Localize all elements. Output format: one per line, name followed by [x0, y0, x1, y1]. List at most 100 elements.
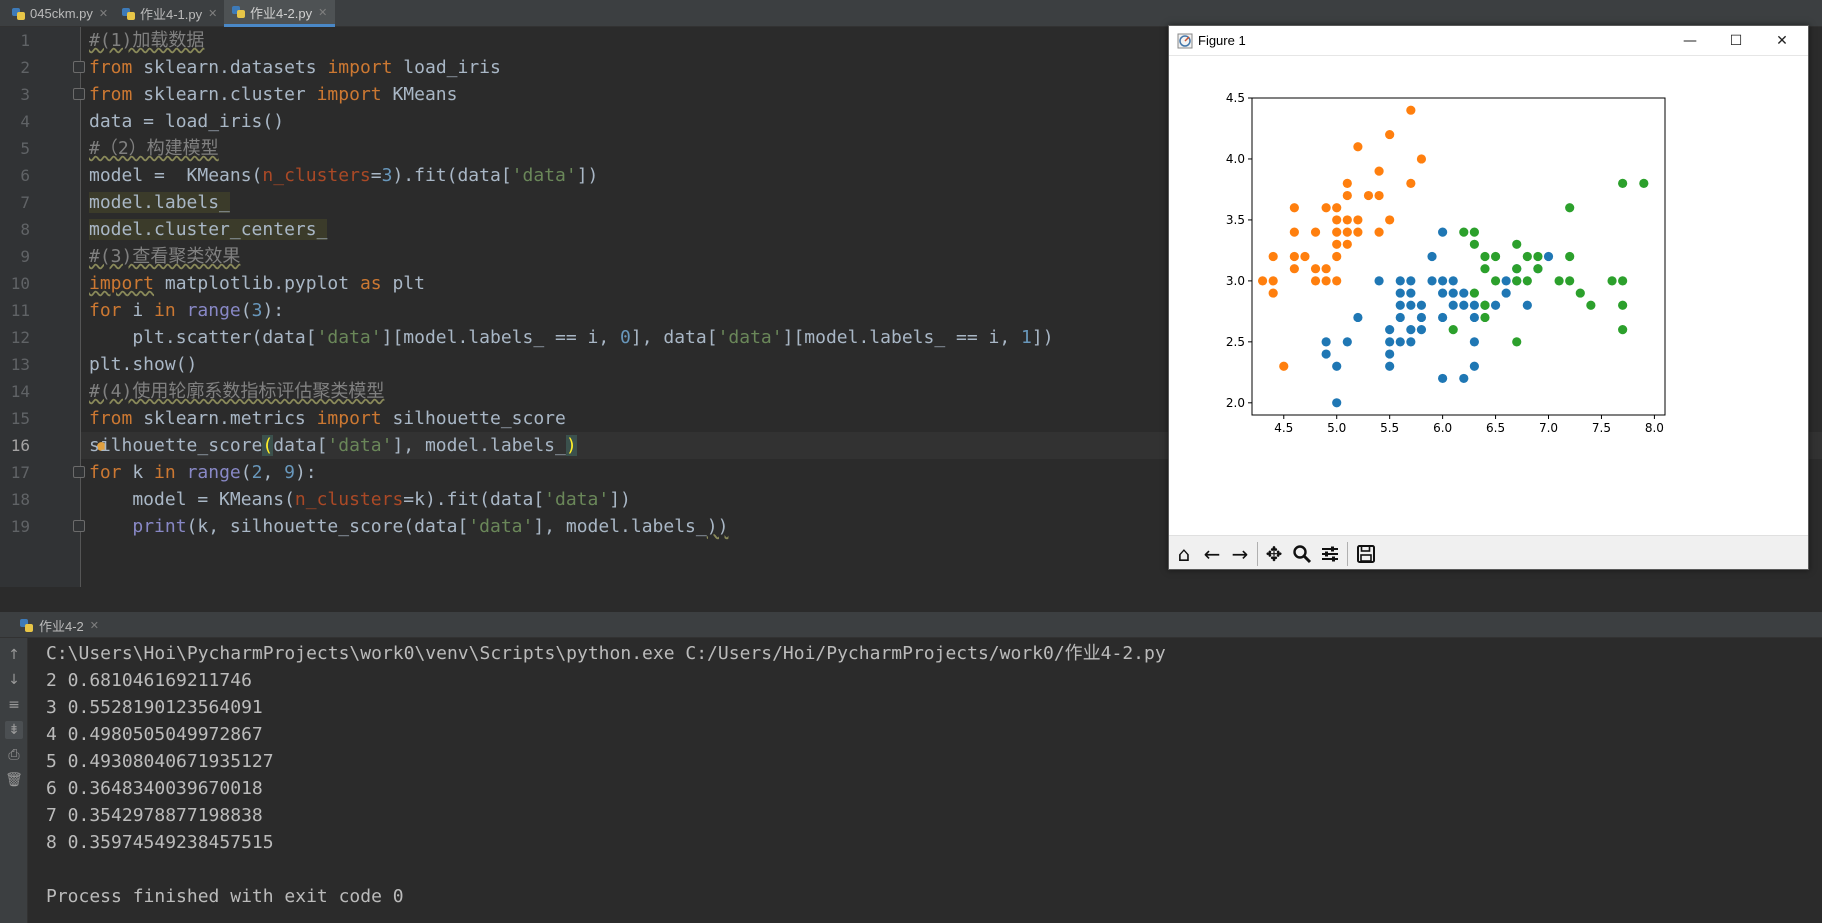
scroll-to-end-icon[interactable]: ⇟ — [5, 721, 23, 739]
console-command: C:\Users\Hoi\PycharmProjects\work0\venv\… — [46, 643, 1166, 664]
code-line[interactable]: plt.show() — [89, 351, 197, 378]
code-line[interactable]: from sklearn.metrics import silhouette_s… — [89, 405, 566, 432]
tab-045ckm[interactable]: 045ckm.py ✕ — [4, 0, 116, 27]
scatter-point-cluster-1 — [1279, 361, 1289, 371]
scatter-point-cluster-0 — [1332, 361, 1342, 371]
code-line[interactable]: model.cluster_centers_ — [89, 216, 328, 243]
scatter-point-cluster-1 — [1332, 215, 1342, 225]
scatter-point-cluster-1 — [1332, 276, 1342, 286]
tab-hw4-1[interactable]: 作业4-1.py ✕ — [114, 0, 225, 27]
console-line: 5 0.49308040671935127 — [46, 751, 274, 772]
arrow-up-icon[interactable]: ↑ — [5, 646, 23, 664]
code-line[interactable]: from sklearn.cluster import KMeans — [89, 81, 457, 108]
scatter-point-cluster-0 — [1459, 288, 1469, 298]
code-line[interactable]: for i in range(3): — [89, 297, 284, 324]
line-number: 14 — [10, 382, 30, 401]
scatter-point-cluster-2 — [1618, 300, 1628, 310]
scatter-point-cluster-1 — [1321, 264, 1331, 274]
figure-title: Figure 1 — [1198, 33, 1246, 48]
code-line[interactable]: print(k, silhouette_score(data['data'], … — [89, 513, 728, 540]
code-line[interactable]: model.labels_ — [89, 189, 230, 216]
fold-marker[interactable] — [73, 61, 85, 73]
figure-window[interactable]: Figure 1 — ☐ ✕ 4.5 5.0 5.5 6.0 6.5 7.0 7.5 8.0 2… — [1168, 25, 1809, 570]
back-arrow-icon[interactable]: ← — [1199, 541, 1225, 567]
fold-marker[interactable] — [73, 88, 85, 100]
scatter-point-cluster-2 — [1554, 276, 1564, 286]
code-line[interactable]: #（2）构建模型 — [89, 135, 219, 162]
close-icon[interactable]: ✕ — [99, 7, 108, 20]
code-line[interactable]: model = KMeans(n_clusters=k).fit(data['d… — [89, 486, 631, 513]
tab-hw4-2[interactable]: 作业4-2.py ✕ — [224, 0, 336, 27]
save-icon[interactable] — [1353, 541, 1379, 567]
code-line[interactable]: plt.scatter(data['data'][model.labels_ =… — [89, 324, 1053, 351]
scatter-point-cluster-0 — [1406, 337, 1416, 347]
code-line[interactable]: model = KMeans(n_clusters=3).fit(data['d… — [89, 162, 598, 189]
scatter-point-cluster-1 — [1342, 190, 1352, 201]
scatter-point-cluster-0 — [1385, 361, 1395, 371]
y-tick-label: 2.5 — [1226, 335, 1245, 349]
x-tick-label: 6.5 — [1486, 421, 1505, 435]
close-icon[interactable]: ✕ — [208, 7, 217, 20]
configure-subplots-icon[interactable] — [1317, 541, 1343, 567]
zoom-icon[interactable] — [1289, 541, 1315, 567]
y-tick-label: 2.0 — [1226, 396, 1245, 410]
arrow-down-icon[interactable]: ↓ — [5, 671, 23, 689]
scatter-point-cluster-0 — [1501, 288, 1511, 298]
console-line: 4 0.4980505049972867 — [46, 724, 263, 745]
scatter-point-cluster-0 — [1353, 312, 1363, 323]
code-line[interactable]: #(3)查看聚类效果 — [89, 243, 240, 270]
x-tick-label: 4.5 — [1274, 421, 1293, 435]
line-number: 17 — [10, 463, 30, 482]
scatter-point-cluster-0 — [1395, 300, 1405, 310]
code-line[interactable]: from sklearn.datasets import load_iris — [89, 54, 501, 81]
close-icon[interactable]: ✕ — [90, 619, 99, 632]
scatter-point-cluster-0 — [1490, 300, 1501, 310]
pan-icon[interactable]: ✥ — [1261, 541, 1287, 567]
scatter-point-cluster-0 — [1385, 325, 1395, 335]
close-icon[interactable]: ✕ — [318, 6, 327, 19]
code-line[interactable]: data = load_iris() — [89, 108, 284, 135]
maximize-button[interactable]: ☐ — [1713, 26, 1759, 56]
panel-splitter[interactable] — [0, 587, 1822, 611]
fold-marker[interactable] — [73, 520, 85, 532]
scatter-point-cluster-0 — [1438, 227, 1448, 237]
soft-wrap-icon[interactable]: ≡ — [5, 696, 23, 714]
close-button[interactable]: ✕ — [1759, 26, 1805, 56]
plot-frame — [1251, 97, 1666, 416]
minimize-button[interactable]: — — [1667, 26, 1713, 56]
x-tick-label: 7.0 — [1539, 421, 1558, 435]
fold-marker[interactable] — [73, 466, 85, 478]
figure-title-bar[interactable]: Figure 1 — ☐ ✕ — [1169, 26, 1808, 56]
x-tick-label: 5.0 — [1327, 421, 1346, 435]
tab-label: 045ckm.py — [30, 6, 93, 21]
console-output[interactable]: C:\Users\Hoi\PycharmProjects\work0\venv\… — [28, 638, 1822, 923]
scatter-point-cluster-1 — [1416, 154, 1427, 164]
scatter-point-cluster-0 — [1459, 373, 1469, 384]
y-tick-label: 4.5 — [1226, 91, 1245, 105]
scatter-point-cluster-1 — [1374, 190, 1384, 201]
print-icon[interactable]: ⎙ — [5, 746, 23, 764]
code-line[interactable]: for k in range(2, 9): — [89, 459, 317, 486]
scatter-point-cluster-1 — [1385, 129, 1395, 140]
home-icon[interactable]: ⌂ — [1171, 541, 1197, 567]
run-tab[interactable]: 作业4-2 ✕ — [20, 612, 99, 638]
code-line[interactable]: silhouette_score(data['data'], model.lab… — [89, 432, 577, 459]
scatter-point-cluster-0 — [1395, 288, 1405, 298]
scatter-point-cluster-0 — [1416, 300, 1427, 310]
scatter-point-cluster-0 — [1416, 325, 1427, 335]
scatter-point-cluster-2 — [1618, 276, 1628, 286]
python-file-icon — [122, 7, 136, 21]
python-file-icon — [232, 5, 246, 19]
scatter-point-cluster-1 — [1363, 190, 1374, 201]
scatter-point-cluster-1 — [1310, 227, 1321, 237]
scatter-point-cluster-0 — [1385, 349, 1395, 359]
code-line[interactable]: import matplotlib.pyplot as plt — [89, 270, 425, 297]
scatter-point-cluster-1 — [1289, 264, 1299, 274]
scatter-point-cluster-1 — [1385, 215, 1395, 225]
forward-arrow-icon[interactable]: → — [1227, 541, 1253, 567]
line-number: 12 — [10, 328, 30, 347]
code-line[interactable]: #(4)使用轮廓系数指标评估聚类模型 — [89, 378, 384, 405]
code-line[interactable]: #(1)加载数据 — [89, 27, 204, 54]
scatter-point-cluster-0 — [1374, 276, 1384, 286]
trash-icon[interactable]: 🗑 — [5, 771, 23, 789]
